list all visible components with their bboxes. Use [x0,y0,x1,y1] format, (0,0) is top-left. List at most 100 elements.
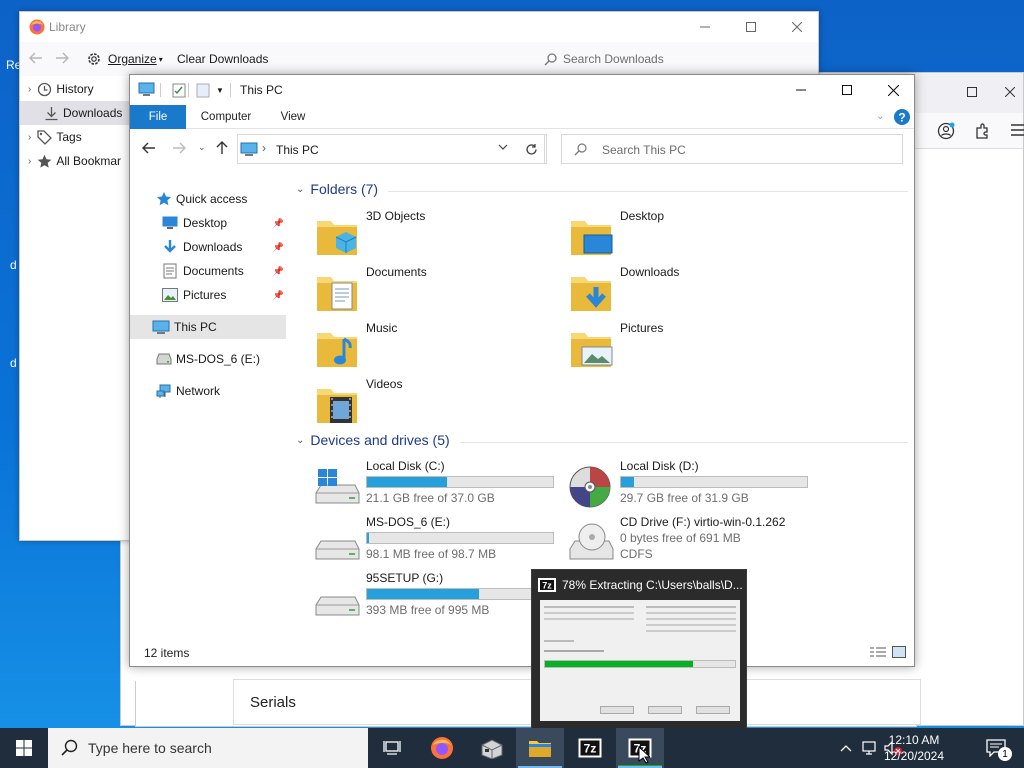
menu-icon[interactable] [1011,123,1024,137]
search-downloads-input[interactable]: Search Downloads [540,46,810,72]
back-arrow-icon[interactable] [29,52,43,64]
folder-music[interactable]: Music [314,321,554,375]
chevron-down-icon[interactable] [498,142,508,152]
desktop-icon-label[interactable]: d [10,258,17,272]
close-button[interactable] [774,12,820,42]
extensions-icon[interactable] [973,122,991,140]
folder-pictures[interactable]: Pictures [568,321,808,375]
drive-c[interactable]: Local Disk (C:) 21.1 GB free of 37.0 GB [314,459,564,513]
progress-bar [544,660,736,668]
desktop-icon-label[interactable]: d [10,356,17,370]
maximize-button[interactable] [824,75,870,105]
organize-button[interactable]: Organize ▾ [86,48,163,70]
recent-locations-icon[interactable]: ⌄ [198,142,206,153]
sidebar-item-label: History [56,82,94,96]
address-row: ⌄ › This PC Search This PC [130,129,914,169]
divider [188,83,189,97]
show-hidden-icons-button[interactable] [836,728,856,768]
drive-e[interactable]: MS-DOS_6 (E:) 98.1 MB free of 98.7 MB [314,515,564,569]
drive-g[interactable]: 95SETUP (G:) 393 MB free of 995 MB [314,571,564,625]
nav-msdos-drive[interactable]: MS-DOS_6 (E:) [156,347,286,371]
taskbar-file-explorer[interactable] [516,728,564,768]
taskbar-firefox[interactable] [418,728,466,768]
folder-desktop[interactable]: Desktop [568,209,808,263]
nav-downloads[interactable]: Downloads 📌 [162,235,286,259]
taskbar-7zip-fm[interactable]: 7z [566,728,614,768]
tab-view[interactable]: View [270,105,316,129]
sidebar-item-downloads[interactable]: Downloads [20,101,132,125]
task-view-button[interactable] [368,728,416,768]
folder-downloads[interactable]: Downloads [568,265,808,319]
forward-arrow-icon[interactable] [172,142,186,154]
pin-icon[interactable]: 📌 [273,266,284,277]
download-icon [162,239,178,255]
details-view-icon[interactable] [870,647,886,659]
minimize-button[interactable] [682,12,728,42]
sidebar-item-all-bookmarks[interactable]: › All Bookmar [20,149,132,173]
nav-desktop[interactable]: Desktop 📌 [162,211,286,235]
expand-ribbon-icon[interactable]: ⌄ [876,111,884,122]
folder-videos[interactable]: Videos [314,377,554,431]
drive-label: MS-DOS_6 (E:) [366,515,451,529]
folder-3d-objects[interactable]: 3D Objects [314,209,554,263]
start-button[interactable] [0,728,48,768]
large-icons-view-icon[interactable] [892,646,906,658]
7zip-thumbnail-preview[interactable]: 7z 78% Extracting C:\Users\balls\D... [531,569,747,729]
mouse-cursor-icon [638,746,650,764]
library-sidebar: › History Downloads › Tags › All Bookmar [20,76,132,540]
nav-label: Network [176,384,221,398]
folder-label: Documents [366,265,427,279]
nav-label: Quick access [176,192,248,206]
sidebar-item-history[interactable]: › History [20,77,132,101]
back-arrow-icon[interactable] [142,142,156,154]
maximize-button[interactable] [728,12,774,42]
sidebar-item-tags[interactable]: › Tags [20,125,132,149]
pin-icon[interactable]: 📌 [273,290,284,301]
drive-icon [156,353,172,365]
tab-file[interactable]: File [130,105,186,129]
chevron-right-icon: › [28,155,32,167]
nav-pictures[interactable]: Pictures 📌 [162,283,286,307]
usage-bar [620,476,808,488]
drive-d[interactable]: Local Disk (D:) 29.7 GB free of 31.9 GB [568,459,818,513]
tab-computer[interactable]: Computer [192,105,260,129]
minimize-button[interactable] [778,75,824,105]
nav-network[interactable]: Network [156,379,286,403]
taskbar-virtualbox-app[interactable] [468,728,516,768]
account-icon[interactable] [937,122,955,140]
folder-documents[interactable]: Documents [314,265,554,319]
notifications-button[interactable]: 1 [976,728,1016,768]
forward-arrow-icon[interactable] [55,52,69,64]
nav-quick-access[interactable]: Quick access [156,187,286,211]
up-arrow-icon[interactable] [216,141,228,155]
document-icon [162,263,178,279]
refresh-button[interactable] [517,134,547,164]
divider [460,442,908,443]
search-icon [574,143,587,156]
info-line [544,606,634,608]
devices-group-header[interactable]: ⌄ Devices and drives (5) [296,432,450,448]
nav-documents[interactable]: Documents 📌 [162,259,286,283]
network-tray-button[interactable] [858,728,880,768]
taskbar: Type here to search 7z 7z 12:10 AM 12/20… [0,728,1024,768]
new-folder-icon[interactable] [196,83,210,98]
drive-f[interactable]: CD Drive (F:) virtio-win-0.1.262 0 bytes… [568,515,818,569]
taskbar-search-box[interactable]: Type here to search [48,728,368,768]
help-icon[interactable]: ? [894,109,910,125]
cd-drive-icon [568,519,614,565]
address-bar[interactable]: › This PC [237,134,545,164]
pin-icon[interactable]: 📌 [273,218,284,229]
close-button[interactable] [870,75,916,105]
chevron-down-icon[interactable]: ▼ [216,86,224,95]
maximize-button[interactable] [949,77,995,107]
search-input[interactable]: Search This PC [561,134,903,164]
clock[interactable]: 12:10 AM 12/20/2024 [878,728,950,768]
pin-icon[interactable]: 📌 [273,242,284,253]
item-count: 12 items [144,646,190,660]
close-button[interactable] [995,77,1024,107]
thumbnail-title-text: 78% Extracting C:\Users\balls\D... [562,578,742,592]
nav-this-pc[interactable]: This PC [130,315,286,339]
properties-icon[interactable] [172,83,186,98]
clear-downloads-button[interactable]: Clear Downloads [177,52,268,66]
folders-group-header[interactable]: ⌄ Folders (7) [296,181,378,197]
